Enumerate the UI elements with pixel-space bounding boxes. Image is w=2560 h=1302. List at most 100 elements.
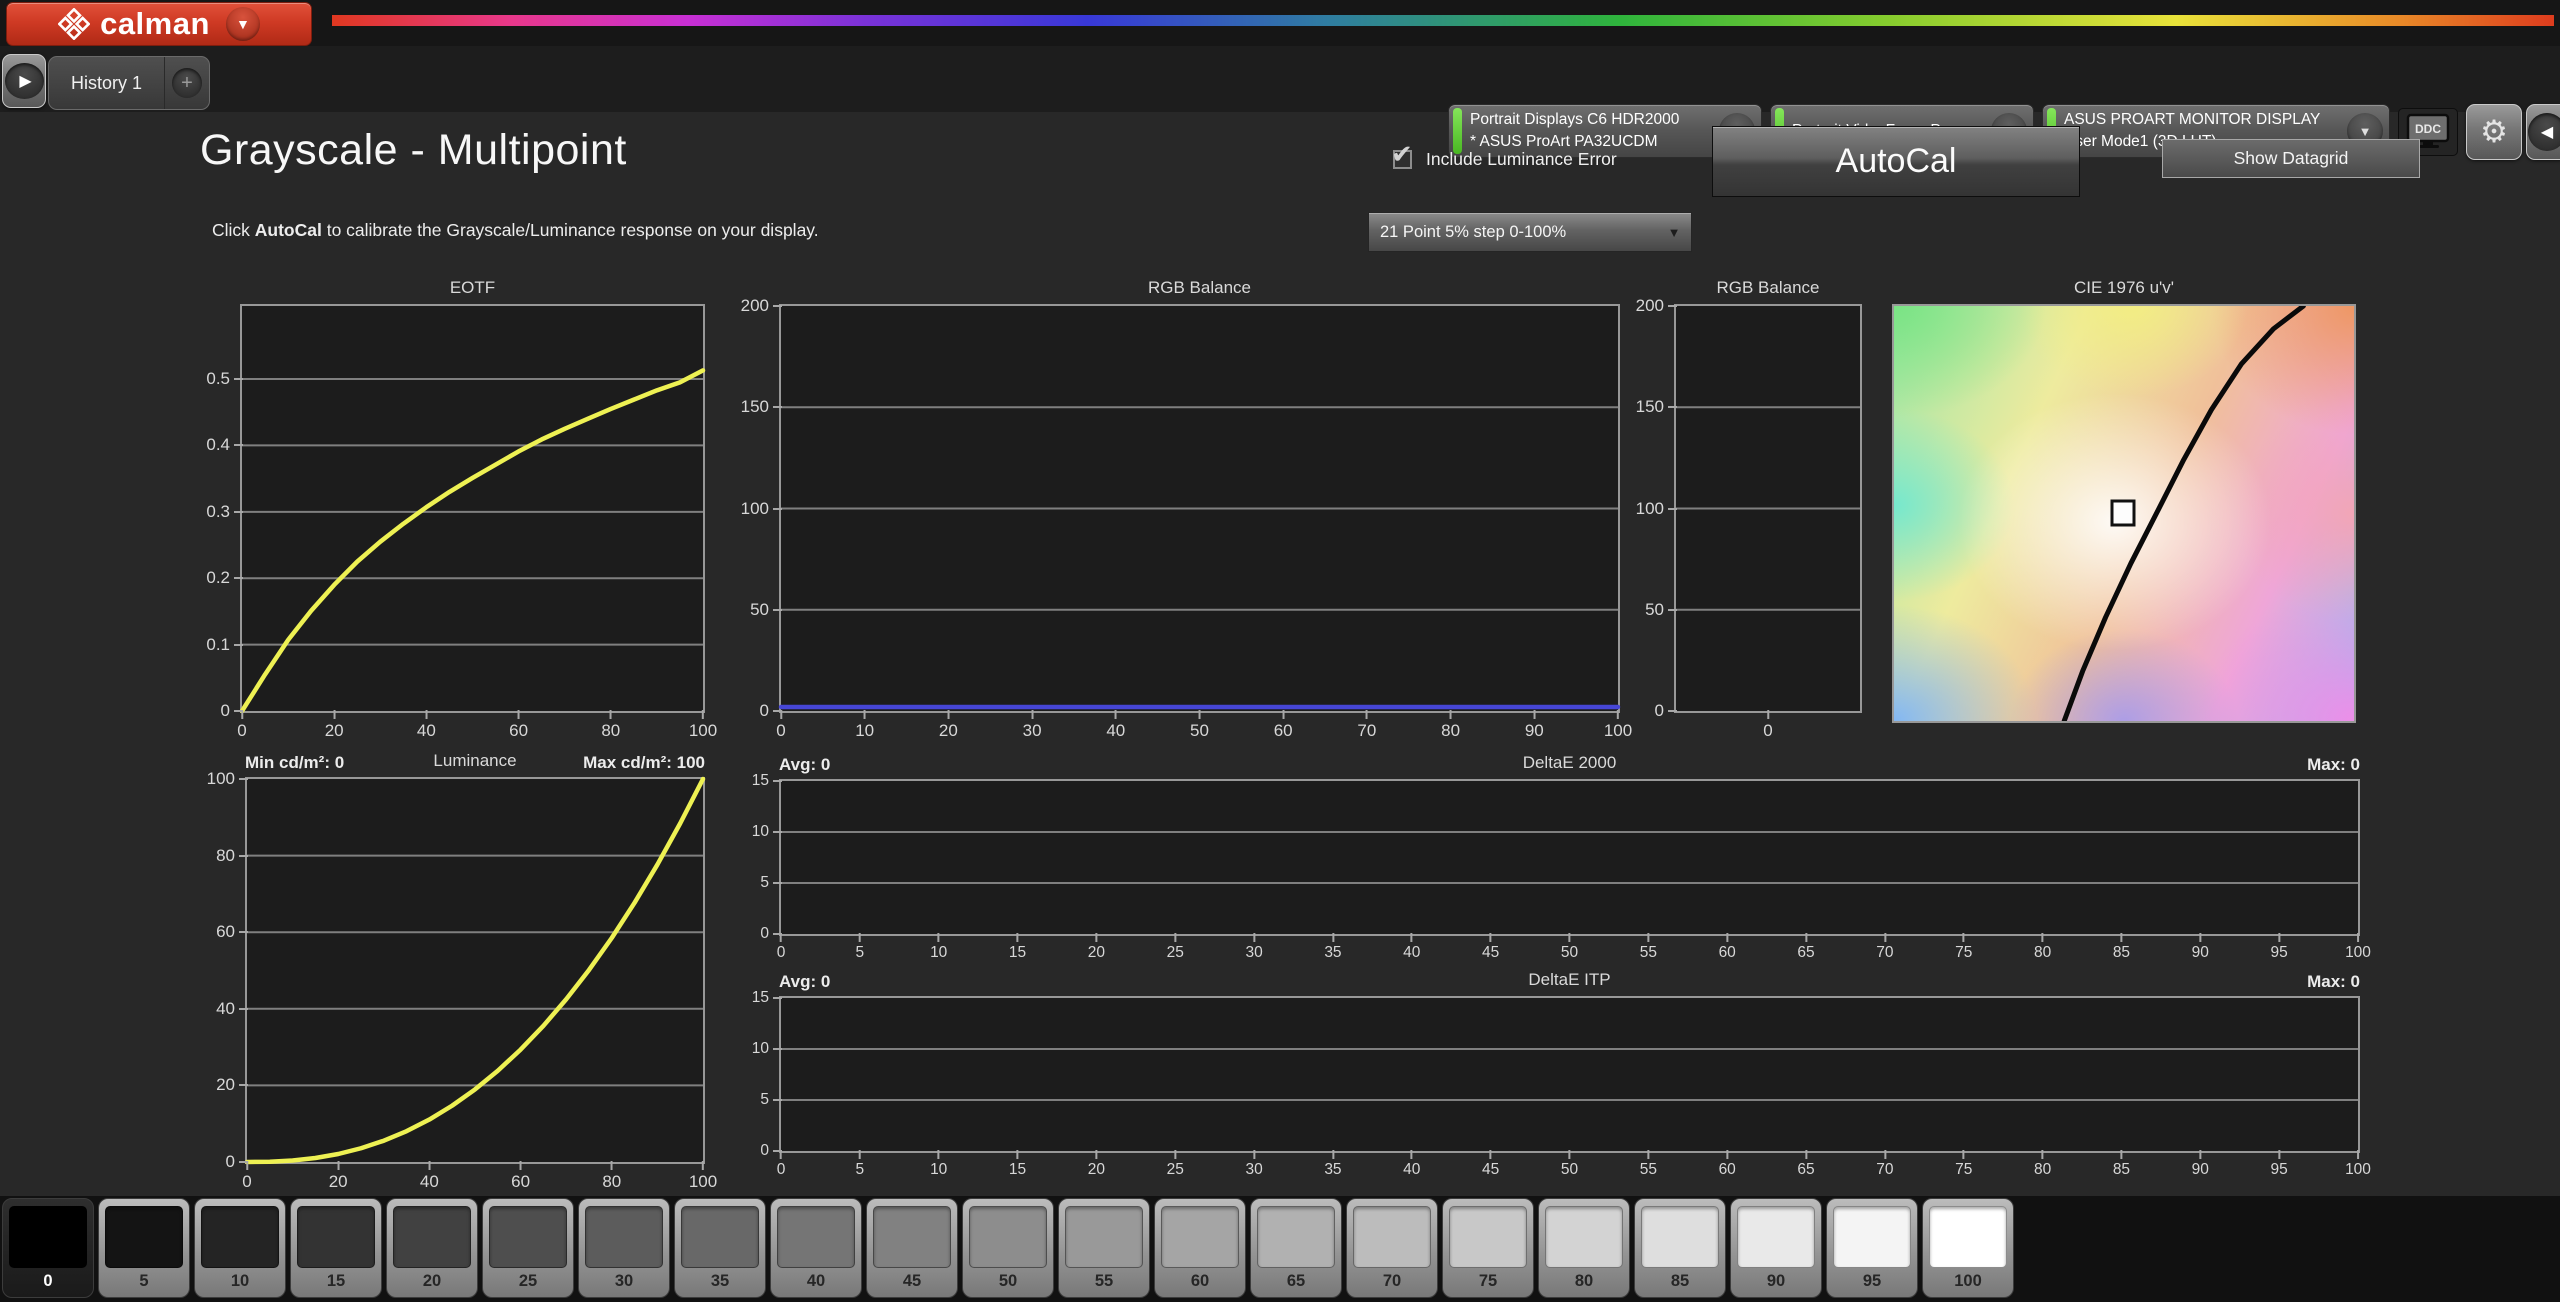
x-tick-label: 100 <box>2345 933 2371 962</box>
y-tick-label: 15 <box>752 989 782 1007</box>
y-tick-label: 5 <box>760 1091 782 1109</box>
y-tick-label: 0 <box>1655 701 1677 721</box>
y-tick-label: 0.4 <box>206 435 243 455</box>
session-tab-bar: ▶ History 1 + Portrait Displays C6 HDR20… <box>0 46 2560 112</box>
patch-swatch <box>9 1206 87 1268</box>
patch-label: 35 <box>711 1272 729 1291</box>
gray-patch-55[interactable]: 55 <box>1058 1198 1150 1298</box>
patch-swatch <box>297 1206 375 1268</box>
x-tick-label: 70 <box>1357 710 1376 741</box>
patch-label: 40 <box>807 1272 825 1291</box>
patch-swatch <box>969 1206 1047 1268</box>
y-tick-label: 15 <box>752 772 782 790</box>
patch-label: 95 <box>1863 1272 1881 1291</box>
patch-label: 75 <box>1479 1272 1497 1291</box>
collapse-panel-button[interactable]: ◀ <box>2526 104 2560 160</box>
patch-label: 30 <box>615 1272 633 1291</box>
patch-label: 50 <box>999 1272 1017 1291</box>
deltae-itp-title: DeltaE ITP <box>779 970 2360 990</box>
gray-patch-30[interactable]: 30 <box>578 1198 670 1298</box>
checkbox-checked-icon[interactable]: ✔ <box>1392 148 1414 170</box>
y-tick-label: 150 <box>741 397 782 417</box>
rgb-balance-chart: RGB Balance05010015020001020304050607080… <box>779 304 1620 713</box>
x-tick-label: 100 <box>689 710 717 741</box>
eotf-plot-area: 00.10.20.30.40.5020406080100 <box>240 304 705 713</box>
rgb-balance-point-title: RGB Balance <box>1674 278 1862 298</box>
gray-patch-50[interactable]: 50 <box>962 1198 1054 1298</box>
patch-label: 25 <box>519 1272 537 1291</box>
tab-history-1[interactable]: History 1 + <box>48 56 210 110</box>
x-tick-label: 50 <box>1190 710 1209 741</box>
patch-swatch <box>1929 1206 2007 1268</box>
patch-swatch <box>1449 1206 1527 1268</box>
gray-patch-80[interactable]: 80 <box>1538 1198 1630 1298</box>
gray-patch-45[interactable]: 45 <box>866 1198 958 1298</box>
add-tab-button[interactable]: + <box>165 68 209 98</box>
gray-patch-100[interactable]: 100 <box>1922 1198 2014 1298</box>
x-tick-label: 30 <box>1023 710 1042 741</box>
x-tick-label: 0 <box>242 1161 251 1192</box>
gray-patch-25[interactable]: 25 <box>482 1198 574 1298</box>
gray-patch-15[interactable]: 15 <box>290 1198 382 1298</box>
y-tick-label: 10 <box>752 1040 782 1058</box>
sample-points-dropdown[interactable]: 21 Point 5% step 0-100% ▼ <box>1368 212 1692 252</box>
eotf-chart: EOTF00.10.20.30.40.5020406080100 <box>240 304 705 713</box>
cie-gamut-plot <box>1892 304 2356 723</box>
y-tick-label: 10 <box>752 823 782 841</box>
x-tick-label: 55 <box>1640 933 1657 962</box>
x-tick-label: 50 <box>1561 1150 1578 1179</box>
x-tick-label: 5 <box>856 1150 865 1179</box>
logo-wordmark: calman <box>100 6 210 42</box>
main-menu-chevron-icon[interactable]: ▼ <box>226 7 260 41</box>
x-tick-label: 100 <box>1604 710 1632 741</box>
x-tick-label: 40 <box>420 1161 439 1192</box>
patch-swatch <box>489 1206 567 1268</box>
x-tick-label: 60 <box>1719 933 1736 962</box>
x-tick-label: 0 <box>1763 710 1772 741</box>
cie-1976-chart: CIE 1976 u'v' <box>1892 304 2356 723</box>
calman-menu-button[interactable]: calman ▼ <box>6 2 312 46</box>
gray-patch-35[interactable]: 35 <box>674 1198 766 1298</box>
show-datagrid-button[interactable]: Show Datagrid <box>2162 139 2420 178</box>
calman-logo-icon <box>58 8 90 40</box>
x-tick-label: 60 <box>1719 1150 1736 1179</box>
gray-patch-10[interactable]: 10 <box>194 1198 286 1298</box>
x-tick-label: 20 <box>939 710 958 741</box>
gray-patch-60[interactable]: 60 <box>1154 1198 1246 1298</box>
x-tick-label: 65 <box>1797 1150 1814 1179</box>
device-line1: Portrait Displays C6 HDR2000 <box>1470 109 1713 131</box>
y-tick-label: 80 <box>216 846 248 866</box>
x-tick-label: 40 <box>417 710 436 741</box>
play-arrow-icon: ▶ <box>5 63 44 99</box>
rgb-balance-point-plot-area: 0501001502000 <box>1674 304 1862 713</box>
svg-text:DDC: DDC <box>2415 122 2441 136</box>
gray-patch-5[interactable]: 5 <box>98 1198 190 1298</box>
luminance-left-stat: Min cd/m²: 0 <box>245 753 344 773</box>
settings-button[interactable]: ⚙ <box>2466 104 2522 160</box>
x-tick-label: 70 <box>1876 933 1893 962</box>
x-tick-label: 0 <box>237 710 246 741</box>
include-luminance-error-checkbox[interactable]: ✔ Include Luminance Error <box>1392 148 1617 170</box>
gray-patch-0[interactable]: 0 <box>2 1198 94 1298</box>
rgb-balance-main-title: RGB Balance <box>779 278 1620 298</box>
gray-patch-95[interactable]: 95 <box>1826 1198 1918 1298</box>
gray-patch-20[interactable]: 20 <box>386 1198 478 1298</box>
rgb-balance-main-plot-area: 0501001502000102030405060708090100 <box>779 304 1620 713</box>
title-bar: calman ▼ <box>0 0 2560 46</box>
patch-swatch <box>681 1206 759 1268</box>
x-tick-label: 100 <box>689 1161 717 1192</box>
gray-patch-85[interactable]: 85 <box>1634 1198 1726 1298</box>
x-tick-label: 55 <box>1640 1150 1657 1179</box>
gray-patch-75[interactable]: 75 <box>1442 1198 1534 1298</box>
expand-panel-button[interactable]: ▶ <box>2 54 46 108</box>
y-tick-label: 60 <box>216 922 248 942</box>
x-tick-label: 40 <box>1403 933 1420 962</box>
x-tick-label: 85 <box>2113 1150 2130 1179</box>
autocal-button[interactable]: AutoCal <box>1712 126 2080 197</box>
gray-patch-70[interactable]: 70 <box>1346 1198 1438 1298</box>
deltae-itp-right-stat: Max: 0 <box>2307 972 2360 992</box>
gray-patch-90[interactable]: 90 <box>1730 1198 1822 1298</box>
gray-patch-40[interactable]: 40 <box>770 1198 862 1298</box>
gray-patch-65[interactable]: 65 <box>1250 1198 1342 1298</box>
y-tick-label: 20 <box>216 1075 248 1095</box>
